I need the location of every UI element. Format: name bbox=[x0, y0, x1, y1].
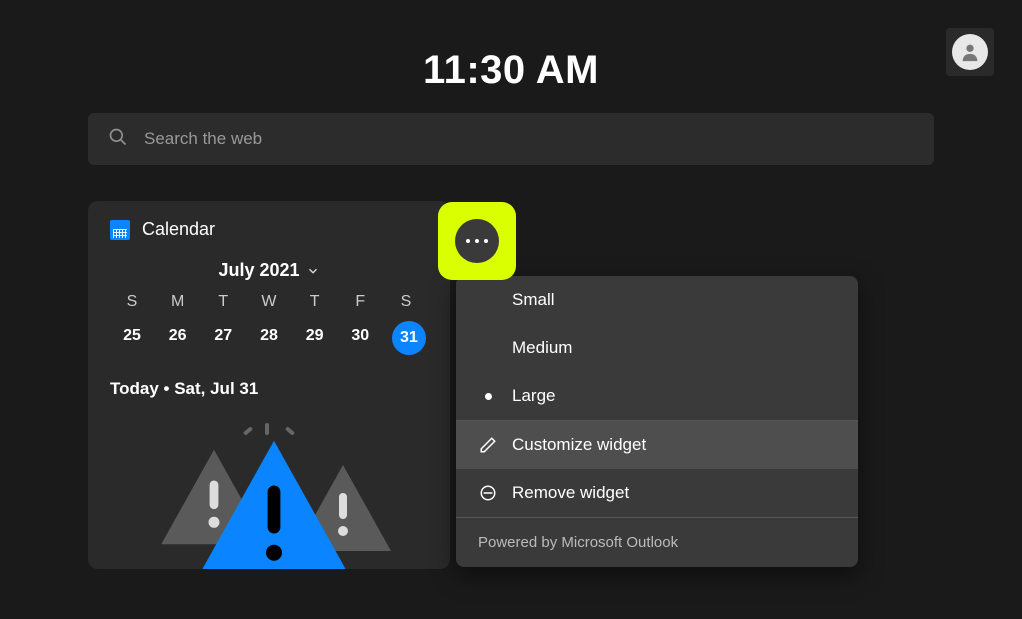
calendar-icon bbox=[110, 220, 130, 240]
dow-cell: T bbox=[203, 293, 243, 311]
today-label: Today • Sat, Jul 31 bbox=[110, 379, 428, 399]
search-icon bbox=[108, 127, 128, 152]
widget-title: Calendar bbox=[142, 219, 215, 240]
person-icon bbox=[952, 34, 988, 70]
menu-label: Customize widget bbox=[512, 435, 646, 455]
chevron-down-icon bbox=[306, 264, 320, 278]
menu-footer: Powered by Microsoft Outlook bbox=[456, 517, 858, 567]
menu-label: Remove widget bbox=[512, 483, 629, 503]
dow-cell: S bbox=[112, 293, 152, 311]
account-button[interactable] bbox=[946, 28, 994, 76]
search-input[interactable]: Search the web bbox=[88, 113, 934, 165]
dow-cell: M bbox=[158, 293, 198, 311]
month-selector[interactable]: July 2021 bbox=[110, 260, 428, 281]
date-cell[interactable]: 31 bbox=[392, 321, 426, 355]
menu-item-remove[interactable]: Remove widget bbox=[456, 469, 858, 517]
date-cell[interactable]: 28 bbox=[249, 321, 289, 355]
bullet-icon bbox=[478, 393, 498, 400]
dow-cell: S bbox=[386, 293, 426, 311]
date-cell[interactable]: 29 bbox=[295, 321, 335, 355]
menu-label: Large bbox=[512, 386, 555, 406]
date-cell[interactable]: 27 bbox=[203, 321, 243, 355]
date-cell[interactable]: 26 bbox=[158, 321, 198, 355]
remove-icon bbox=[478, 484, 498, 502]
more-icon bbox=[455, 219, 499, 263]
clock-time: 11:30 AM bbox=[0, 0, 1022, 113]
warning-illustration bbox=[110, 419, 428, 569]
menu-item-size-large[interactable]: Large bbox=[456, 372, 858, 420]
dow-cell: W bbox=[249, 293, 289, 311]
month-label: July 2021 bbox=[218, 260, 299, 281]
search-placeholder: Search the web bbox=[144, 129, 262, 149]
menu-label: Medium bbox=[512, 338, 572, 358]
day-of-week-header: SMTWTFS bbox=[110, 293, 428, 321]
widget-more-button[interactable] bbox=[438, 202, 516, 280]
menu-item-size-small[interactable]: Small bbox=[456, 276, 858, 324]
menu-item-size-medium[interactable]: Medium bbox=[456, 324, 858, 372]
menu-item-customize[interactable]: Customize widget bbox=[456, 420, 858, 469]
dates-row: 252627282930 31 bbox=[110, 321, 428, 355]
pencil-icon bbox=[478, 436, 498, 454]
widget-context-menu: Small Medium Large Customize widget Remove… bbox=[456, 276, 858, 567]
dow-cell: F bbox=[340, 293, 380, 311]
dow-cell: T bbox=[295, 293, 335, 311]
date-cell[interactable]: 30 bbox=[340, 321, 380, 355]
date-cell[interactable]: 25 bbox=[112, 321, 152, 355]
menu-label: Small bbox=[512, 290, 555, 310]
calendar-widget: Calendar July 2021 SMTWTFS 2526272829303… bbox=[88, 201, 450, 569]
